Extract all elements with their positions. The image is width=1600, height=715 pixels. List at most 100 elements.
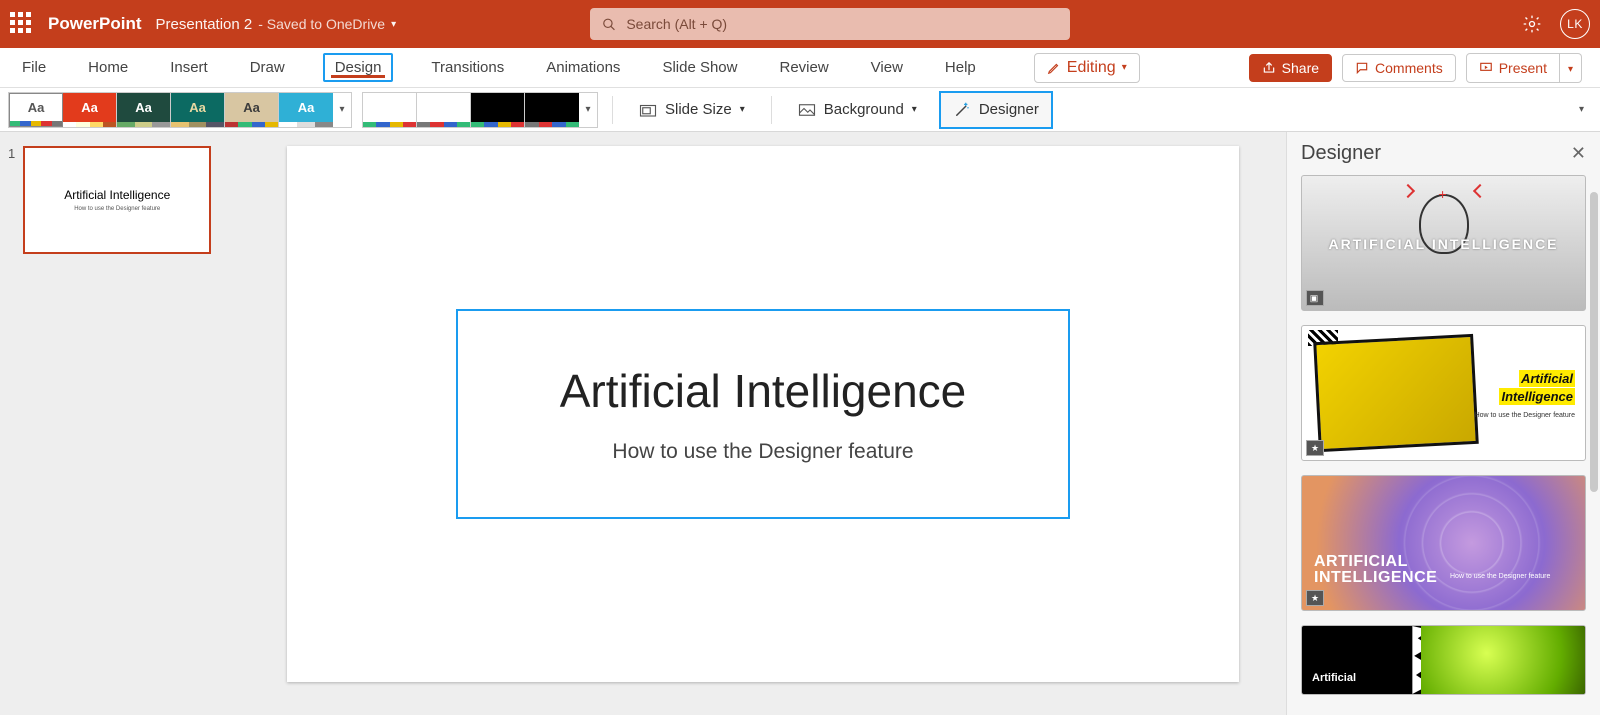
theme-thumb[interactable]: Aa	[171, 93, 225, 127]
search-input[interactable]	[626, 16, 1058, 32]
suggestion-title: Artificial	[1312, 672, 1356, 684]
present-button[interactable]: Present	[1466, 53, 1560, 83]
variant-thumb[interactable]	[471, 93, 525, 127]
theme-label: Aa	[63, 93, 116, 122]
slide-canvas[interactable]: Artificial Intelligence How to use the D…	[287, 146, 1239, 682]
designer-pane: Designer ✕ + ARTIFICIAL INTELLIGENCE ▣ A…	[1286, 132, 1600, 715]
suggestion-subtitle: How to use the Designer feature	[1475, 412, 1575, 419]
scrollbar[interactable]	[1590, 192, 1598, 492]
tab-home[interactable]: Home	[84, 53, 132, 82]
ribbon-expand-icon[interactable]: ▾	[1571, 100, 1592, 119]
variant-gallery: ▾	[362, 92, 598, 128]
theme-label: Aa	[225, 93, 278, 122]
theme-thumb[interactable]: Aa	[279, 93, 333, 127]
design-suggestion[interactable]: ARTIFICIALINTELLIGENCE How to use the De…	[1301, 475, 1586, 611]
background-label: Background	[824, 101, 904, 118]
share-icon	[1262, 61, 1276, 75]
present-dropdown[interactable]: ▾	[1560, 53, 1582, 83]
chevron-down-icon: ▾	[1122, 62, 1127, 73]
slide-editor[interactable]: Artificial Intelligence How to use the D…	[240, 132, 1286, 715]
tab-slideshow[interactable]: Slide Show	[658, 53, 741, 82]
tab-draw[interactable]: Draw	[246, 53, 289, 82]
tab-view[interactable]: View	[867, 53, 907, 82]
save-location: - Saved to OneDrive	[258, 16, 385, 32]
variant-thumb[interactable]	[417, 93, 471, 127]
workspace: 1 Artificial Intelligence How to use the…	[0, 132, 1600, 715]
present-label: Present	[1499, 60, 1547, 76]
slide-thumbnail[interactable]: Artificial Intelligence How to use the D…	[23, 146, 211, 254]
ribbon-tabs: File Home Insert Draw Design Transitions…	[0, 48, 1600, 88]
divider	[612, 96, 613, 124]
document-title[interactable]: Presentation 2 - Saved to OneDrive ▾	[156, 16, 397, 33]
theme-thumb[interactable]: Aa	[117, 93, 171, 127]
slide-title[interactable]: Artificial Intelligence	[560, 364, 967, 418]
variant-thumb[interactable]	[525, 93, 579, 127]
design-suggestion[interactable]: Artificial Intelligence How to use the D…	[1301, 325, 1586, 461]
comment-icon	[1355, 61, 1369, 75]
suggestion-title: INTELLIGENCE	[1314, 569, 1437, 586]
variant-thumb[interactable]	[363, 93, 417, 127]
suggestion-title: Artificial	[1519, 370, 1575, 387]
designer-pane-title: Designer	[1301, 142, 1381, 165]
design-suggestion[interactable]: + ARTIFICIAL INTELLIGENCE ▣	[1301, 175, 1586, 311]
theme-label: Aa	[10, 94, 62, 121]
search-icon	[602, 17, 616, 32]
designer-label: Designer	[979, 101, 1039, 118]
slide-number: 1	[8, 146, 15, 701]
designer-suggestions[interactable]: + ARTIFICIAL INTELLIGENCE ▣ Artificial I…	[1287, 175, 1600, 715]
settings-icon[interactable]	[1522, 14, 1542, 34]
premium-badge-icon: ★	[1306, 590, 1324, 606]
suggestion-title: Intelligence	[1499, 388, 1575, 405]
tab-insert[interactable]: Insert	[166, 53, 212, 82]
thumb-title: Artificial Intelligence	[64, 188, 170, 202]
suggestion-title: ARTIFICIAL INTELLIGENCE	[1328, 236, 1558, 252]
user-avatar[interactable]: LK	[1560, 9, 1590, 39]
title-bar: PowerPoint Presentation 2 - Saved to One…	[0, 0, 1600, 48]
search-box[interactable]	[590, 8, 1070, 40]
doc-name: Presentation 2	[156, 16, 253, 33]
chevron-down-icon: ▾	[391, 19, 396, 30]
close-icon[interactable]: ✕	[1571, 143, 1586, 164]
slide-size-button[interactable]: Slide Size ▾	[627, 95, 757, 124]
theme-label: Aa	[117, 93, 170, 122]
present-icon	[1479, 61, 1493, 75]
tab-transitions[interactable]: Transitions	[427, 53, 508, 82]
slide-subtitle[interactable]: How to use the Designer feature	[612, 440, 913, 464]
theme-label: Aa	[279, 93, 333, 122]
theme-gallery-more[interactable]: ▾	[333, 104, 351, 115]
share-button[interactable]: Share	[1249, 54, 1332, 82]
designer-button[interactable]: Designer	[939, 91, 1053, 129]
thumb-subtitle: How to use the Designer feature	[74, 206, 160, 212]
design-suggestion[interactable]: Artificial	[1301, 625, 1586, 695]
tab-animations[interactable]: Animations	[542, 53, 624, 82]
tab-file[interactable]: File	[18, 53, 50, 82]
suggestion-subtitle: How to use the Designer feature	[1450, 573, 1550, 580]
slide-size-label: Slide Size	[665, 101, 732, 118]
pencil-icon	[1047, 61, 1061, 75]
chevron-down-icon: ▾	[740, 104, 745, 115]
app-launcher-icon[interactable]	[10, 12, 34, 36]
suggestion-title: ARTIFICIAL	[1314, 553, 1408, 570]
variant-gallery-more[interactable]: ▾	[579, 104, 597, 115]
editing-mode-button[interactable]: Editing ▾	[1034, 53, 1140, 83]
theme-thumb[interactable]: Aa	[63, 93, 117, 127]
design-ribbon: Aa Aa Aa Aa Aa Aa ▾ ▾	[0, 88, 1600, 132]
background-button[interactable]: Background ▾	[786, 95, 929, 124]
chevron-down-icon: ▾	[912, 104, 917, 115]
background-icon	[798, 102, 816, 118]
video-badge-icon: ▣	[1306, 290, 1324, 306]
theme-thumb[interactable]: Aa	[225, 93, 279, 127]
comments-button[interactable]: Comments	[1342, 54, 1456, 82]
premium-badge-icon: ★	[1306, 440, 1324, 456]
title-textbox[interactable]: Artificial Intelligence How to use the D…	[456, 309, 1070, 519]
theme-thumb[interactable]: Aa	[9, 93, 63, 127]
slide-thumbnail-panel: 1 Artificial Intelligence How to use the…	[0, 132, 240, 715]
slide-size-icon	[639, 102, 657, 118]
tab-help[interactable]: Help	[941, 53, 980, 82]
theme-label: Aa	[171, 93, 224, 122]
tab-design[interactable]: Design	[323, 53, 394, 82]
chevron-down-icon: ▾	[1568, 64, 1573, 75]
magic-wand-icon	[953, 101, 971, 119]
tab-review[interactable]: Review	[775, 53, 832, 82]
theme-gallery: Aa Aa Aa Aa Aa Aa ▾	[8, 92, 352, 128]
